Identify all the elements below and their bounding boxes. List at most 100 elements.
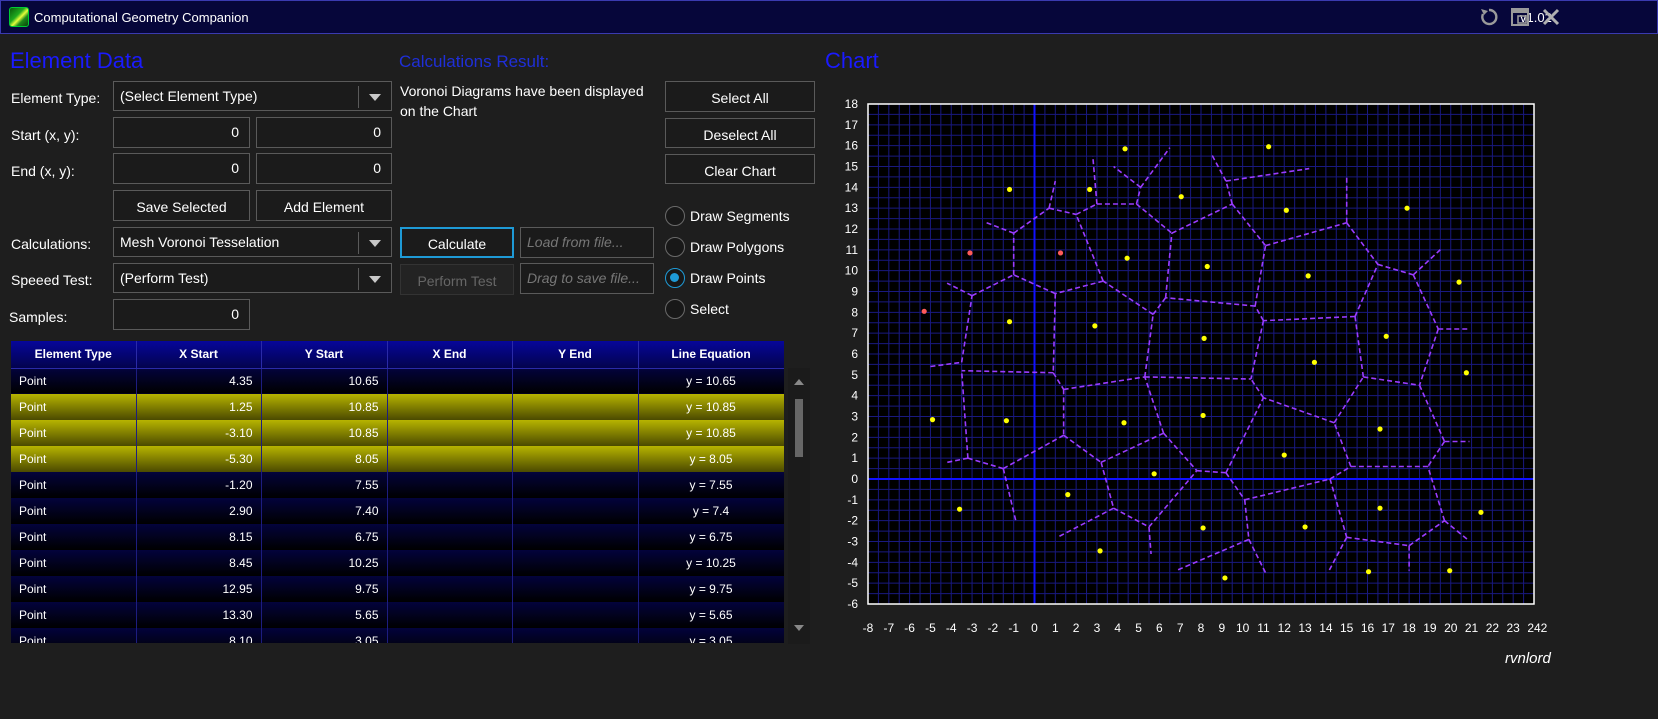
data-point[interactable] [1365, 569, 1372, 575]
x-tick-label: 10 [1236, 621, 1250, 635]
data-point[interactable] [1283, 207, 1289, 213]
save-selected-button[interactable]: Save Selected [113, 190, 250, 221]
data-point[interactable] [1404, 205, 1410, 211]
data-point[interactable] [1201, 335, 1207, 341]
table-row[interactable]: Point 8.10 3.05 y = 3.05 [11, 628, 784, 643]
column-header[interactable]: Element Type [11, 341, 137, 369]
data-point[interactable] [1006, 319, 1013, 325]
data-point[interactable] [1311, 359, 1318, 365]
data-point[interactable] [1478, 509, 1484, 515]
perform-test-button[interactable]: Perform Test [400, 264, 514, 295]
data-point[interactable] [1097, 548, 1103, 554]
column-header[interactable]: Line Equation [638, 341, 784, 369]
selected-data-point[interactable] [921, 308, 927, 314]
data-point[interactable] [1200, 412, 1206, 419]
table-cell-y-end [512, 420, 639, 446]
radio-draw-option-1[interactable] [665, 237, 685, 257]
scroll-up-icon[interactable] [794, 378, 804, 386]
selected-data-point[interactable] [967, 250, 973, 256]
data-point[interactable] [1003, 418, 1010, 424]
table-row[interactable]: Point -3.10 10.85 y = 10.85 [11, 420, 784, 446]
data-point[interactable] [1122, 146, 1128, 152]
data-point[interactable] [1151, 471, 1157, 477]
table-row[interactable]: Point 8.15 6.75 y = 6.75 [11, 524, 784, 550]
y-tick-label: 16 [845, 139, 859, 153]
column-header[interactable]: X Start [136, 341, 262, 369]
selected-data-point[interactable] [1057, 250, 1064, 256]
add-element-button[interactable]: Add Element [256, 190, 392, 221]
restore-icon[interactable] [1509, 6, 1531, 28]
data-point[interactable] [1383, 333, 1389, 339]
table-row[interactable]: Point -5.30 8.05 y = 8.05 [11, 446, 784, 472]
data-point[interactable] [1305, 273, 1311, 279]
calculate-button[interactable]: Calculate [400, 227, 514, 258]
data-point[interactable] [1281, 452, 1287, 458]
element-type-select[interactable]: (Select Element Type) [113, 81, 392, 111]
end-y-input[interactable]: 0 [256, 153, 392, 184]
table-row[interactable]: Point -1.20 7.55 y = 7.55 [11, 472, 784, 498]
scroll-thumb[interactable] [795, 399, 803, 457]
save-to-file-input[interactable]: Drag to save file... [520, 263, 654, 294]
speed-test-value: (Perform Test) [120, 270, 209, 286]
data-point[interactable] [1065, 492, 1071, 498]
data-point[interactable] [956, 506, 963, 512]
table-row[interactable]: Point 1.25 10.85 y = 10.85 [11, 394, 784, 420]
data-point[interactable] [1266, 144, 1272, 150]
scroll-down-icon[interactable] [794, 624, 804, 632]
table-cell-x-start: 8.45 [136, 550, 262, 576]
data-point[interactable] [1447, 568, 1453, 574]
table-scrollbar[interactable] [788, 368, 810, 644]
column-header[interactable]: Y End [512, 341, 639, 369]
data-point[interactable] [1463, 370, 1469, 376]
column-header[interactable]: Y Start [261, 341, 388, 369]
data-point[interactable] [929, 417, 936, 423]
radio-draw-option-0[interactable] [665, 206, 685, 226]
data-point[interactable] [1087, 186, 1093, 193]
end-x-input[interactable]: 0 [113, 153, 250, 184]
table-cell-x-end [387, 524, 513, 550]
select-all-button[interactable]: Select All [665, 81, 815, 112]
table-cell-type: Point [11, 524, 137, 550]
data-point[interactable] [1200, 525, 1206, 531]
data-point[interactable] [1377, 505, 1383, 511]
table-cell-equation: y = 7.4 [638, 498, 784, 524]
end-label: End (x, y): [11, 163, 75, 179]
deselect-all-button[interactable]: Deselect All [665, 118, 815, 148]
column-header[interactable]: X End [387, 341, 513, 369]
data-point[interactable] [1204, 263, 1210, 270]
samples-input[interactable]: 0 [113, 299, 250, 330]
close-icon[interactable] [1540, 6, 1562, 28]
data-point[interactable] [1092, 323, 1098, 329]
voronoi-chart[interactable]: -8 -7 -6 -5 -4 -3 -2 -1 0 1 2 3 4 5 6 7 8 9 10 11 12 13 14 15 16… [820, 90, 1548, 635]
data-point[interactable] [1222, 575, 1228, 581]
speed-test-select[interactable]: (Perform Test) [113, 263, 392, 293]
calculations-label: Calculations: [11, 236, 92, 252]
data-point[interactable] [1006, 186, 1013, 193]
calculations-select[interactable]: Mesh Voronoi Tesselation [113, 227, 392, 257]
start-x-input[interactable]: 0 [113, 117, 250, 148]
table-row[interactable]: Point 13.30 5.65 y = 5.65 [11, 602, 784, 628]
y-tick-label: 8 [851, 305, 858, 319]
load-from-file-input[interactable]: Load from file... [520, 227, 654, 258]
table-row[interactable]: Point 4.35 10.65 y = 10.65 [11, 368, 784, 394]
chevron-down-icon [369, 240, 381, 247]
data-point[interactable] [1124, 255, 1130, 261]
data-point[interactable] [1377, 426, 1383, 432]
table-cell-type: Point [11, 368, 137, 394]
elements-table-container: Element Type X Start Y Start X End Y End Line… [11, 341, 784, 643]
data-point[interactable] [1178, 194, 1184, 200]
data-point[interactable] [1121, 420, 1127, 426]
start-y-input[interactable]: 0 [256, 117, 392, 148]
table-row[interactable]: Point 12.95 9.75 y = 9.75 [11, 576, 784, 602]
table-cell-y-end [512, 446, 639, 472]
data-point[interactable] [1302, 524, 1308, 530]
table-row[interactable]: Point 2.90 7.40 y = 7.4 [11, 498, 784, 524]
data-point[interactable] [1456, 279, 1462, 285]
table-row[interactable]: Point 8.45 10.25 y = 10.25 [11, 550, 784, 576]
radio-draw-option-3[interactable] [665, 299, 685, 319]
radio-draw-option-2[interactable] [665, 268, 685, 288]
x-tick-label: 2 [1073, 621, 1080, 635]
table-cell-y-start: 10.85 [261, 420, 388, 446]
clear-chart-button[interactable]: Clear Chart [665, 154, 815, 184]
refresh-icon[interactable] [1478, 6, 1500, 28]
